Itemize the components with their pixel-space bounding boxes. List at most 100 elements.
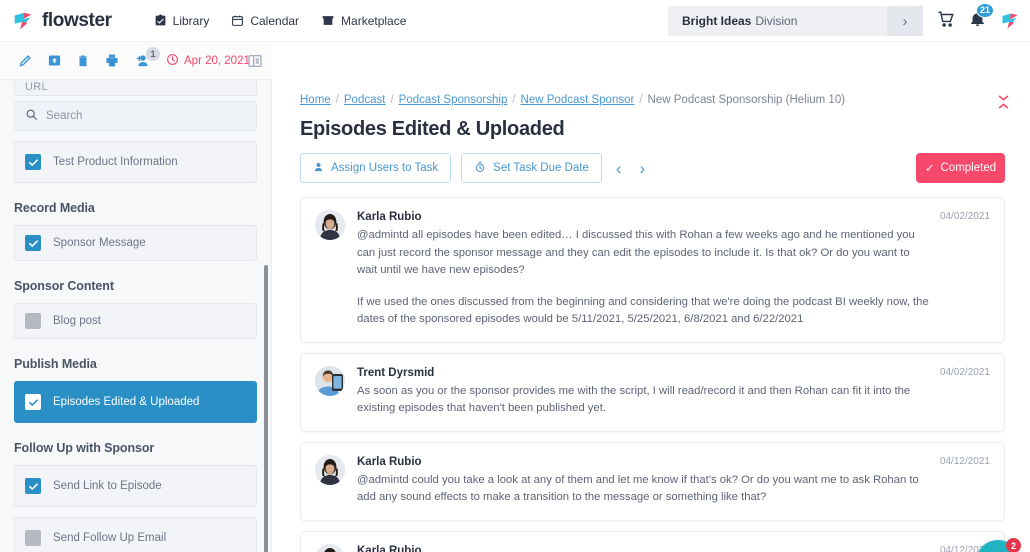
flowster-logo-icon (1000, 11, 1020, 31)
sidebar-search[interactable] (14, 101, 257, 131)
breadcrumb-separator: / (512, 94, 516, 106)
chevron-left-icon[interactable]: ‹ (612, 160, 626, 177)
breadcrumb-item-podcast[interactable]: Podcast (344, 94, 386, 106)
comment-paragraph: @admintd could you take a look at any of… (357, 473, 919, 504)
nav-calendar-label: Calendar (250, 13, 300, 28)
checkbox-checked-icon[interactable] (25, 394, 41, 410)
top-header: flowster Library Calendar Marketplace Br… (0, 0, 1030, 42)
comment-item[interactable]: Karla Rubio @admintd all episodes have be… (300, 197, 1005, 343)
edit-pencil-icon[interactable] (18, 53, 33, 68)
trash-icon[interactable] (76, 53, 90, 68)
comment-list[interactable]: Karla Rubio @admintd all episodes have be… (300, 197, 1005, 552)
avatar (315, 543, 345, 552)
sidebar-group-title: Record Media (14, 201, 95, 215)
checkbox-checked-icon[interactable] (25, 235, 41, 251)
chevron-right-icon[interactable]: › (636, 160, 650, 177)
set-due-date-button[interactable]: Set Task Due Date (461, 153, 602, 183)
division-suffix: Division (755, 14, 798, 28)
comment-paragraph: If we used the ones discussed from the b… (357, 295, 929, 326)
search-icon (25, 108, 38, 124)
account-logo-button[interactable] (1000, 11, 1020, 31)
task-actions: Assign Users to Task Set Task Due Date ‹… (272, 141, 1030, 183)
sidebar-item-label: Send Follow Up Email (53, 531, 167, 544)
comment-item[interactable]: Karla RubioI didn't add the link to 363 … (300, 530, 1005, 552)
notifications-button[interactable]: 21 (969, 2, 994, 33)
comment-paragraph: @admintd all episodes have been edited… … (357, 229, 915, 276)
avatar (315, 454, 345, 485)
clock-icon (166, 53, 179, 69)
clipboard-check-icon (154, 14, 167, 27)
sidebar-item-label: Send Link to Episode (53, 479, 162, 492)
archive-icon[interactable] (47, 53, 62, 68)
checkbox-checked-icon[interactable] (25, 154, 41, 170)
nav-marketplace-label: Marketplace (341, 13, 407, 28)
sidebar-item-send-link-to-episode[interactable]: Send Link to Episode (14, 465, 257, 507)
calendar-icon (231, 14, 244, 27)
comment-body: Karla Rubio @admintd could you take a loo… (357, 455, 990, 507)
task-sidebar: URL Test Product Information Record Media… (0, 80, 272, 552)
collapse-chevrons-icon[interactable] (997, 94, 1010, 110)
sidebar-item-url[interactable]: URL (14, 80, 257, 96)
set-due-date-label: Set Task Due Date (493, 162, 589, 174)
breadcrumb-item-new-podcast-sponsor[interactable]: New Podcast Sponsor (521, 94, 635, 106)
checkbox-checked-icon[interactable] (25, 478, 41, 494)
breadcrumb-item-home[interactable]: Home (300, 94, 331, 106)
comment-text: As soon as you or the sponsor provides m… (357, 383, 990, 418)
nav-calendar[interactable]: Calendar (231, 14, 299, 28)
breadcrumb-item-podcast-sponsorship[interactable]: Podcast Sponsorship (399, 94, 508, 106)
shopping-cart-button[interactable] (937, 10, 955, 33)
comment-date: 04/02/2021 (939, 211, 990, 222)
sidebar-item-episodes-edited-uploaded[interactable]: Episodes Edited & Uploaded (14, 381, 257, 423)
header-right-group: Bright Ideas Division › 21 (668, 0, 1020, 42)
main-content: Home / Podcast / Podcast Sponsorship / New Pod… (272, 80, 1030, 552)
sidebar-group-title: Follow Up with Sponsor (14, 441, 155, 455)
nav-library[interactable]: Library (154, 13, 210, 28)
comment-item[interactable]: Trent Dyrsmid As soon as you or the spons… (300, 352, 1005, 432)
task-toolbar: 1 Apr 20, 2021 (0, 42, 272, 80)
task-due-date-chip[interactable]: Apr 20, 2021 (166, 53, 250, 69)
sidebar-item-send-follow-up-email[interactable]: Send Follow Up Email (14, 517, 257, 552)
comment-text: @admintd all episodes have been edited… … (357, 227, 990, 329)
collapse-panel-icon[interactable] (245, 51, 265, 71)
store-icon (321, 14, 335, 27)
notification-count-badge: 21 (975, 2, 994, 18)
sidebar-group-title: Publish Media (14, 357, 97, 371)
assign-users-button[interactable]: Assign Users to Task (300, 153, 452, 183)
sidebar-item-test-product-information[interactable]: Test Product Information (14, 141, 257, 183)
top-navigation: Library Calendar Marketplace (154, 13, 406, 28)
chat-unread-badge: 2 (1006, 538, 1021, 552)
user-icon (313, 161, 324, 176)
nav-marketplace[interactable]: Marketplace (321, 14, 406, 28)
breadcrumb-separator: / (335, 94, 339, 106)
add-user-badge: 1 (146, 47, 160, 61)
comment-date: 04/12/2021 (939, 455, 990, 467)
flowster-logo-icon (12, 10, 34, 32)
comment-paragraph: As soon as you or the sponsor provides m… (357, 384, 911, 415)
nav-library-label: Library (172, 13, 210, 28)
checkbox-unchecked-icon[interactable] (25, 313, 41, 329)
sidebar-scrollbar[interactable] (264, 265, 268, 552)
sidebar-item-sponsor-message[interactable]: Sponsor Message (14, 225, 257, 261)
comment-author: Karla Rubio (357, 544, 422, 552)
add-user-icon[interactable]: 1 (134, 47, 160, 68)
comment-body: Karla Rubio @admintd all episodes have be… (357, 210, 990, 329)
brand-logo[interactable]: flowster (12, 10, 112, 32)
comment-date: 04/02/2021 (939, 366, 990, 378)
sidebar-item-label: Sponsor Message (53, 236, 146, 249)
avatar (315, 365, 345, 396)
search-input[interactable] (46, 110, 246, 122)
breadcrumb-separator: / (390, 94, 394, 106)
sidebar-groups: Test Product Information Record Media Spon… (14, 141, 257, 552)
comment-author: Karla Rubio (357, 211, 422, 223)
breadcrumb-separator: / (639, 94, 643, 106)
division-selector[interactable]: Bright Ideas Division › (668, 6, 923, 36)
sidebar-item-blog-post[interactable]: Blog post (14, 303, 257, 339)
assign-users-label: Assign Users to Task (331, 162, 439, 174)
stopwatch-icon (474, 161, 486, 176)
division-arrow-icon[interactable]: › (887, 6, 923, 36)
print-icon[interactable] (104, 53, 120, 68)
checkbox-unchecked-icon[interactable] (25, 530, 41, 546)
sidebar-item-label: Blog post (53, 314, 101, 327)
status-badge-completed[interactable]: ✓ Completed (916, 153, 1005, 183)
comment-item[interactable]: Karla Rubio @admintd could you take a loo… (300, 441, 1005, 521)
